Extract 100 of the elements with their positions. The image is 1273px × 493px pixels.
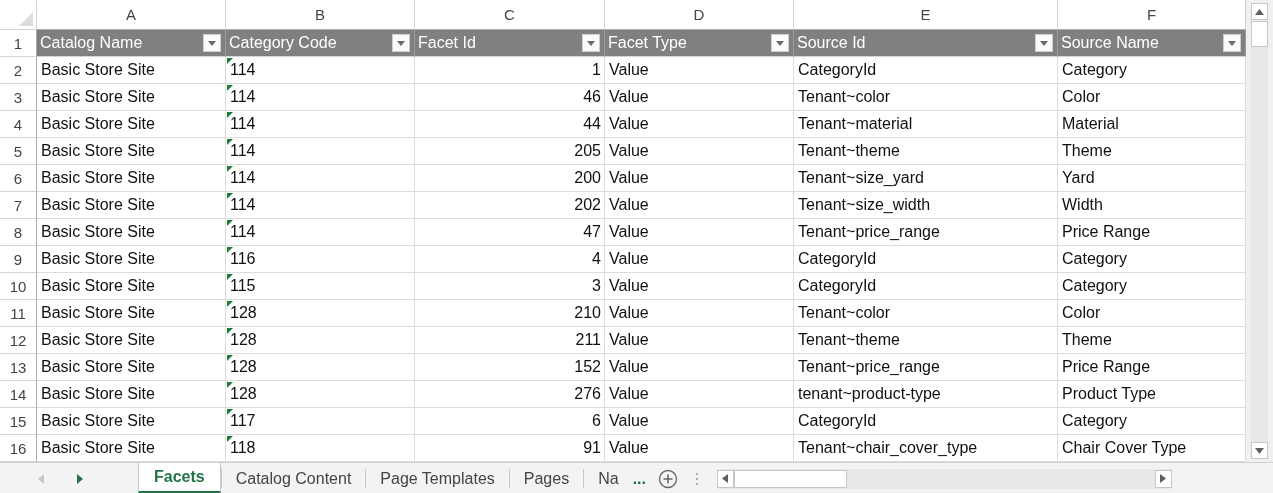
column-letter[interactable]: A (126, 6, 136, 23)
table-cell: Basic Store Site (41, 385, 155, 403)
scroll-left-button[interactable] (716, 469, 734, 488)
table-cell: Basic Store Site (41, 277, 155, 295)
row-number[interactable]: 5 (13, 142, 23, 160)
sheet-tab[interactable]: Pages (509, 463, 584, 493)
horizontal-scrollbar[interactable] (716, 468, 1172, 489)
table-cell: Value (609, 358, 649, 376)
table-cell: 115 (230, 277, 256, 295)
row-number[interactable]: 6 (13, 169, 23, 187)
table-cell: CategoryId (798, 250, 877, 268)
table-cell: Product Type (1062, 385, 1156, 403)
table-cell: Material (1062, 115, 1119, 133)
row-number[interactable]: 16 (9, 439, 27, 457)
table-cell: 114 (230, 169, 256, 187)
table-cell: tenant~product-type (798, 385, 941, 403)
filter-button[interactable] (771, 34, 789, 52)
table-cell: Basic Store Site (41, 331, 155, 349)
filter-button[interactable] (203, 34, 221, 52)
row-number[interactable]: 14 (9, 385, 27, 403)
filter-button[interactable] (1035, 34, 1053, 52)
table-cell: Value (609, 385, 649, 403)
table-cell: Basic Store Site (41, 250, 155, 268)
filter-button[interactable] (1223, 34, 1241, 52)
table-cell: Value (609, 331, 649, 349)
scroll-up-button[interactable] (1251, 3, 1268, 20)
row-number[interactable]: 3 (13, 88, 23, 106)
table-cell: Basic Store Site (41, 412, 155, 430)
table-cell: Basic Store Site (41, 358, 155, 376)
table-cell: 114 (230, 115, 256, 133)
scroll-down-button[interactable] (1251, 442, 1268, 459)
scroll-right-button[interactable] (1154, 469, 1172, 488)
table-cell: Category (1062, 277, 1127, 295)
next-sheet-icon[interactable] (77, 473, 83, 484)
row-number[interactable]: 10 (9, 277, 27, 295)
table-cell: Value (609, 439, 649, 457)
row-number[interactable]: 15 (9, 412, 27, 430)
table-cell: Price Range (1062, 358, 1151, 376)
table-cell: Value (609, 277, 649, 295)
column-title: Facet Type (608, 34, 687, 52)
table-cell: Tenant~theme (798, 142, 900, 160)
table-cell: 128 (230, 304, 257, 322)
table-cell: Tenant~chair_cover_type (798, 439, 978, 457)
table-cell: Basic Store Site (41, 439, 155, 457)
table-cell: Tenant~size_yard (798, 169, 924, 187)
scrollbar-thumb[interactable] (1251, 21, 1268, 47)
table-cell: Value (609, 196, 649, 214)
table-cell: Tenant~material (798, 115, 913, 133)
table-cell: 205 (574, 142, 601, 160)
filter-button[interactable] (392, 34, 410, 52)
column-letter[interactable]: B (315, 6, 325, 23)
right-arrow-icon (1160, 474, 1167, 483)
row-number[interactable]: 2 (13, 61, 23, 79)
filter-button[interactable] (582, 34, 600, 52)
dropdown-arrow-icon (208, 40, 216, 46)
table-cell: Value (609, 412, 649, 430)
sheet-tab[interactable]: Catalog Content (221, 463, 366, 493)
table-cell: Category (1062, 61, 1127, 79)
row-number[interactable]: 7 (13, 196, 23, 214)
add-sheet-icon[interactable] (657, 468, 678, 489)
sheet-tab[interactable]: Na (584, 463, 633, 493)
column-letter[interactable]: E (920, 6, 931, 23)
row-number[interactable]: 8 (13, 223, 23, 241)
column-title: Facet Id (418, 34, 476, 52)
table-cell: 276 (574, 385, 601, 403)
column-letter[interactable]: D (693, 6, 705, 23)
table-cell: Basic Store Site (41, 61, 155, 79)
sheet-tab[interactable]: Page Templates (366, 463, 509, 493)
table-cell: Price Range (1062, 223, 1151, 241)
table-cell: 3 (592, 277, 601, 295)
table-cell: 4 (592, 250, 601, 268)
row-number[interactable]: 11 (10, 304, 26, 322)
table-cell: CategoryId (798, 61, 877, 79)
table-cell: 46 (583, 88, 601, 106)
table-cell: Value (609, 169, 649, 187)
row-number[interactable]: 12 (9, 331, 27, 349)
table-cell: 114 (230, 88, 256, 106)
row-number[interactable]: 1 (13, 34, 23, 52)
table-cell: Basic Store Site (41, 169, 155, 187)
vertical-scrollbar[interactable] (1246, 0, 1273, 462)
sheet-tab[interactable]: Facets (138, 463, 221, 493)
table-cell: 152 (574, 358, 601, 376)
table-cell: 114 (230, 196, 256, 214)
table-cell: Basic Store Site (41, 142, 155, 160)
splitter-handle-icon[interactable] (694, 471, 699, 486)
more-sheets-button[interactable]: ... (632, 469, 646, 488)
column-letter[interactable]: F (1146, 6, 1157, 23)
row-number[interactable]: 13 (9, 358, 27, 376)
table-cell: Theme (1062, 331, 1112, 349)
dropdown-arrow-icon (587, 40, 595, 46)
table-cell: Tenant~size_width (798, 196, 931, 214)
table-cell: Tenant~color (798, 304, 891, 322)
column-title: Source Name (1061, 34, 1159, 52)
left-arrow-icon (722, 474, 729, 483)
table-cell: 210 (574, 304, 601, 322)
up-arrow-icon (1255, 8, 1264, 15)
row-number[interactable]: 4 (13, 115, 23, 133)
scrollbar-thumb[interactable] (733, 469, 847, 488)
row-number[interactable]: 9 (13, 250, 23, 268)
column-letter[interactable]: C (504, 6, 515, 23)
